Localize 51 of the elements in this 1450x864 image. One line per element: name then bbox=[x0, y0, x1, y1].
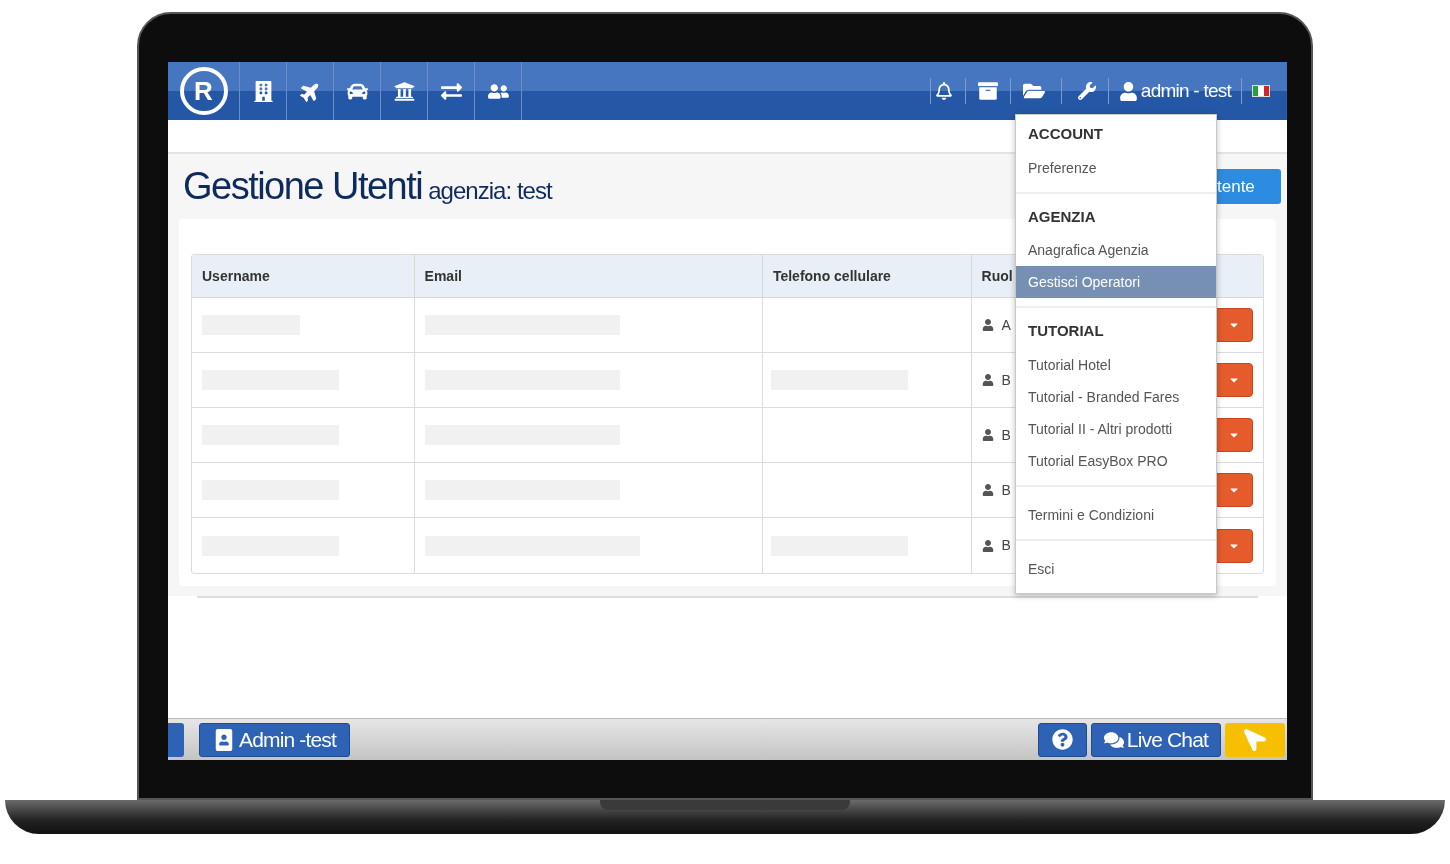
italian-flag-icon[interactable] bbox=[1252, 85, 1270, 97]
menu-section-heading: AGENZIA bbox=[1027, 206, 1097, 227]
menu-item[interactable]: Anagrafica Agenzia bbox=[1016, 234, 1216, 266]
role-text: B bbox=[1001, 425, 1011, 445]
menu-item[interactable]: Tutorial II - Altri prodotti bbox=[1016, 412, 1216, 445]
actions-dropdown-button[interactable] bbox=[1215, 528, 1253, 563]
bank-icon[interactable] bbox=[393, 80, 415, 102]
actions-dropdown-button[interactable] bbox=[1215, 418, 1253, 452]
user-icon bbox=[981, 539, 994, 552]
side-tab-button[interactable] bbox=[168, 722, 184, 757]
user-profile-button[interactable]: Admin -test bbox=[199, 722, 350, 757]
new-user-button[interactable]: tente bbox=[1217, 169, 1281, 204]
role-text: B bbox=[1001, 480, 1011, 500]
menu-section-heading: ACCOUNT bbox=[1027, 124, 1104, 144]
user-icon bbox=[981, 374, 994, 386]
page-title: Gestione Utenti bbox=[183, 164, 423, 209]
logo[interactable]: R bbox=[179, 67, 228, 115]
actions-dropdown-button[interactable] bbox=[1215, 308, 1253, 342]
actions-dropdown-button[interactable] bbox=[1215, 473, 1253, 507]
menu-item[interactable]: Tutorial - Branded Fares bbox=[1016, 380, 1216, 413]
menu-item[interactable]: Tutorial EasyBox PRO bbox=[1016, 444, 1216, 477]
column-header: Telefono cellulare bbox=[772, 266, 891, 286]
help-icon bbox=[1051, 729, 1073, 750]
column-header: Username bbox=[202, 266, 270, 286]
user-icon bbox=[1118, 81, 1138, 101]
archive-icon[interactable] bbox=[977, 81, 998, 101]
role-text: B bbox=[1001, 370, 1011, 390]
chat-icon bbox=[1103, 729, 1124, 750]
actions-dropdown-button[interactable] bbox=[1215, 363, 1253, 397]
column-header: Email bbox=[424, 266, 462, 286]
portrait-icon bbox=[213, 728, 235, 751]
user-icon bbox=[981, 484, 994, 496]
cursor-arrow-icon bbox=[1244, 728, 1266, 751]
help-button[interactable] bbox=[1037, 722, 1087, 757]
user-menu-button[interactable]: admin - test bbox=[1118, 76, 1231, 106]
transfer-arrows-icon[interactable] bbox=[440, 80, 462, 102]
menu-item[interactable]: Tutorial Hotel bbox=[1016, 348, 1216, 381]
bell-icon[interactable] bbox=[934, 82, 953, 100]
live-chat-button[interactable]: Live Chat bbox=[1090, 722, 1221, 757]
user-icon bbox=[981, 319, 994, 331]
menu-item[interactable]: Esci bbox=[1016, 552, 1216, 585]
menu-item[interactable]: Termini e Condizioni bbox=[1016, 498, 1216, 531]
wrench-icon[interactable] bbox=[1077, 82, 1096, 100]
menu-item[interactable]: Preferenze bbox=[1016, 151, 1216, 184]
role-text: B bbox=[1001, 536, 1011, 555]
user-icon bbox=[981, 429, 994, 441]
building-icon[interactable] bbox=[252, 80, 274, 102]
role-text: A bbox=[1001, 315, 1011, 335]
menu-section-heading: TUTORIAL bbox=[1027, 321, 1105, 341]
page-subtitle: agenzia: test bbox=[428, 176, 552, 206]
column-header: Ruol bbox=[981, 266, 1013, 286]
